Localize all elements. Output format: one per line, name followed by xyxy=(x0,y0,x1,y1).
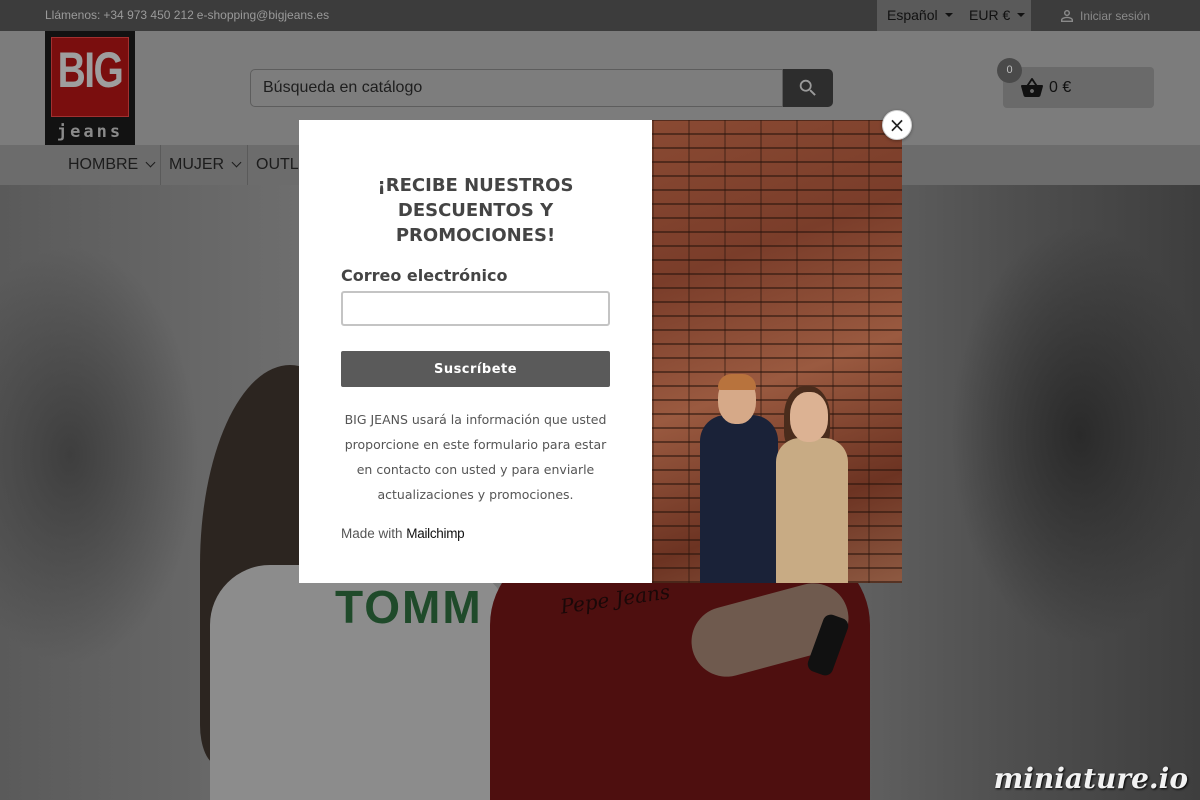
search-button[interactable] xyxy=(783,69,833,107)
search-icon xyxy=(799,79,816,96)
chevron-down-icon xyxy=(145,157,156,168)
language-dropdown[interactable]: Español xyxy=(887,7,953,23)
signin-link[interactable]: Iniciar sesión xyxy=(1058,7,1150,25)
contact-info: Llámenos: +34 973 450 212 e-shopping@bigje… xyxy=(45,8,329,22)
cart-total: 0 € xyxy=(1049,79,1072,96)
email-label: Correo electrónico xyxy=(341,266,508,285)
cart-button[interactable]: 0 € xyxy=(1003,67,1154,108)
contact-label: Llámenos: xyxy=(45,8,101,22)
watermark: miniature.io xyxy=(993,762,1188,795)
top-bar: Llámenos: +34 973 450 212 e-shopping@bigje… xyxy=(0,0,1200,31)
nav-divider xyxy=(247,145,248,185)
bride-figure xyxy=(776,438,848,583)
language-label: Español xyxy=(887,7,938,23)
signin-label: Iniciar sesión xyxy=(1080,9,1151,23)
mailchimp-logo: Mailchimp xyxy=(406,526,465,541)
contact-email[interactable]: e-shopping@bigjeans.es xyxy=(197,8,329,22)
contact-phone[interactable]: +34 973 450 212 xyxy=(103,8,193,22)
language-currency-selectors: Español EUR € xyxy=(877,0,1031,31)
groom-figure xyxy=(700,415,778,583)
caret-down-icon xyxy=(944,13,953,17)
hero-foliage xyxy=(950,225,1200,645)
newsletter-form: ¡RECIBE NUESTROS DESCUENTOS Y PROMOCIONE… xyxy=(299,120,652,583)
nav-item-mujer[interactable]: MUJER xyxy=(169,145,242,185)
made-with-mailchimp[interactable]: Made with Mailchimp xyxy=(341,526,465,541)
groom-hair xyxy=(718,374,756,390)
made-with-text: Made with xyxy=(341,526,403,541)
nav-item-label: MUJER xyxy=(169,156,225,173)
modal-title: ¡RECIBE NUESTROS DESCUENTOS Y PROMOCIONE… xyxy=(377,175,574,246)
currency-dropdown[interactable]: EUR € xyxy=(969,7,1026,23)
logo[interactable]: BIG jeans xyxy=(45,31,135,145)
logo-jeans-text: jeans xyxy=(56,122,124,142)
hero-foliage xyxy=(0,245,200,665)
chevron-down-icon xyxy=(231,157,242,168)
logo-big-text: BIG xyxy=(57,42,124,98)
basket-icon xyxy=(1021,77,1043,97)
cart-count-badge: 0 xyxy=(997,58,1022,83)
search-input[interactable] xyxy=(250,69,783,107)
caret-down-icon xyxy=(1017,13,1026,17)
user-icon xyxy=(1058,7,1076,25)
subscribe-button[interactable]: Suscríbete xyxy=(341,351,610,387)
close-icon[interactable]: × xyxy=(882,110,912,140)
nav-item-hombre[interactable]: HOMBRE xyxy=(68,145,156,185)
nav-divider xyxy=(160,145,161,185)
hero-shirt-text: TOMM xyxy=(335,581,483,633)
privacy-disclaimer: BIG JEANS usará la información que usted… xyxy=(344,412,607,502)
currency-label: EUR € xyxy=(969,7,1011,23)
nav-item-label: HOMBRE xyxy=(68,156,139,173)
couple-photo xyxy=(652,120,902,583)
search-bar xyxy=(250,69,833,107)
bride-head xyxy=(790,392,828,442)
email-field[interactable] xyxy=(341,291,610,326)
newsletter-modal: ¡RECIBE NUESTROS DESCUENTOS Y PROMOCIONE… xyxy=(299,120,902,583)
